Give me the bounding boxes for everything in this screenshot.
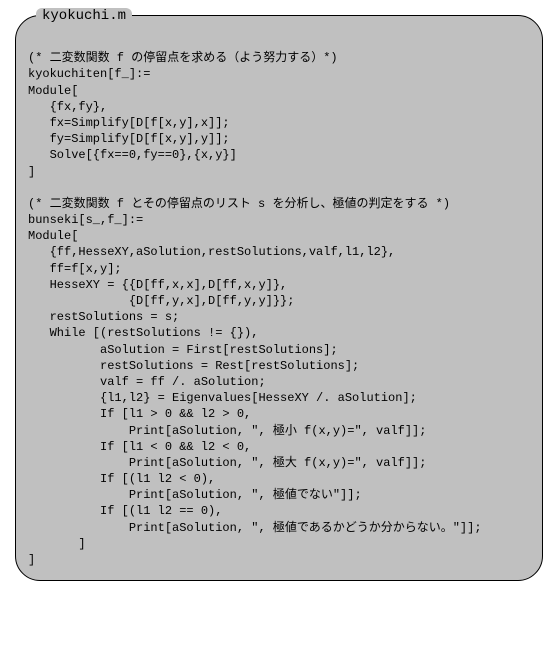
code-frame: kyokuchi.m (* 二変数関数 f の停留点を求める（よう努力する）*)… [15, 15, 543, 581]
code-content: (* 二変数関数 f の停留点を求める（よう努力する）*) kyokuchite… [28, 34, 530, 568]
file-title: kyokuchi.m [36, 8, 132, 24]
